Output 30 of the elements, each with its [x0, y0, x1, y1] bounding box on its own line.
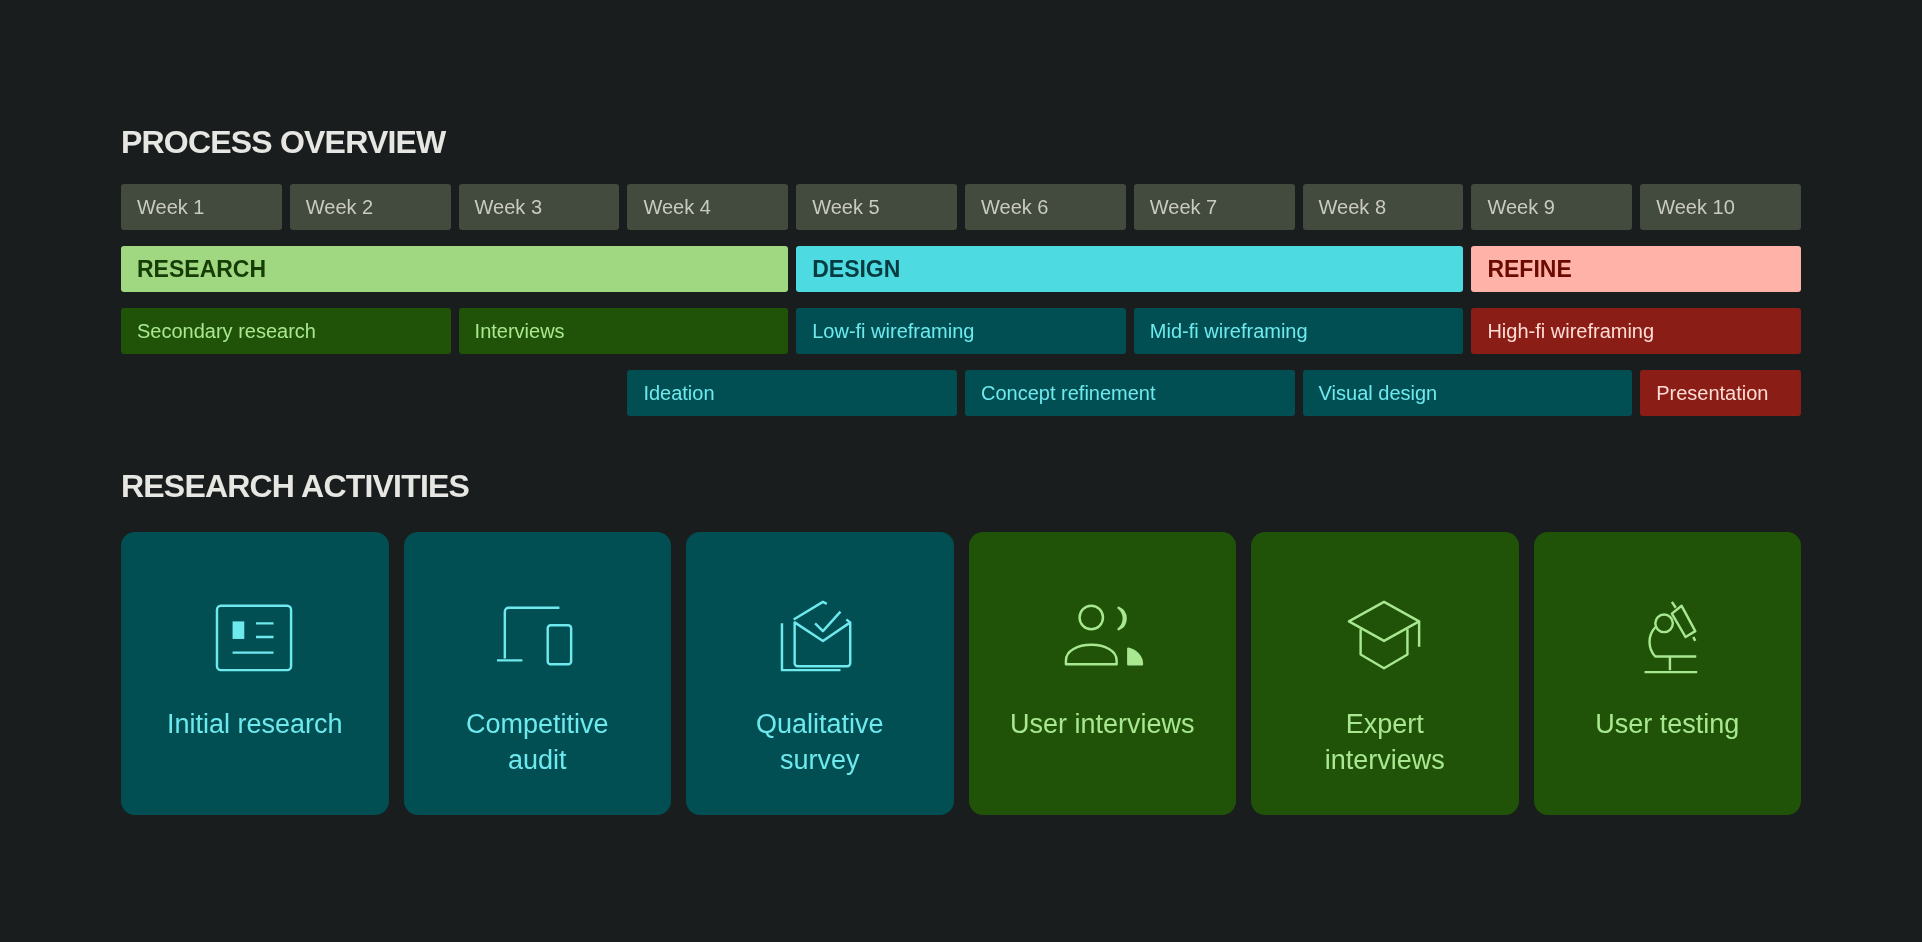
- activity-bar: High-fi wireframing: [1471, 308, 1801, 354]
- week-header: Week 1: [121, 184, 282, 230]
- activity-bar: Visual design: [1302, 370, 1633, 416]
- section-title: RESEARCH ACTIVITIES: [121, 467, 470, 506]
- week-header: Week 4: [627, 184, 789, 230]
- week-header: Week 7: [1133, 184, 1295, 230]
- card-label: User interviews: [1008, 708, 1196, 741]
- week-header: Week 8: [1302, 184, 1464, 230]
- phase-bar: DESIGN: [796, 246, 1464, 292]
- activity-bar: Interviews: [458, 308, 789, 354]
- phase-bar: RESEARCH: [121, 246, 789, 292]
- week-header: Week 5: [796, 184, 957, 230]
- activity-bar: Mid-fi wireframing: [1133, 308, 1464, 354]
- week-header: Week 6: [965, 184, 1126, 230]
- phase-bar: REFINE: [1471, 246, 1801, 292]
- activity-bar: Concept refinement: [965, 370, 1295, 416]
- section-title: PROCESS OVERVIEW: [121, 123, 446, 162]
- card-label: Qualitative survey: [754, 708, 885, 777]
- card-label: Competitive audit: [464, 708, 610, 777]
- activity-bar: Secondary research: [121, 308, 451, 354]
- card-label: User testing: [1594, 708, 1741, 741]
- activity-bar: Presentation: [1640, 370, 1801, 416]
- card-label: Initial research: [165, 708, 344, 741]
- week-header: Week 2: [289, 184, 451, 230]
- week-header: Week 9: [1471, 184, 1633, 230]
- activity-bar: Ideation: [627, 370, 957, 416]
- week-header: Week 10: [1640, 184, 1801, 230]
- activity-bar: Low-fi wireframing: [796, 308, 1126, 354]
- week-header: Week 3: [458, 184, 620, 230]
- card-label: Expert interviews: [1323, 708, 1446, 777]
